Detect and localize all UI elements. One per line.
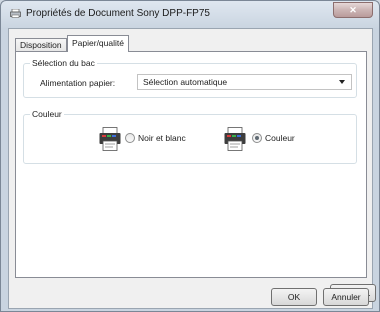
dialog-client: Disposition Papier/qualité Sélection du … xyxy=(8,28,376,309)
printer-icon xyxy=(10,9,21,18)
black-white-label[interactable]: Noir et blanc xyxy=(138,133,186,143)
color-group: Couleur Noir et blanc Couleur xyxy=(23,109,357,164)
window-title: Propriétés de Document Sony DPP-FP75 xyxy=(26,8,210,19)
printer-color-icon xyxy=(224,127,246,151)
color-radio[interactable] xyxy=(252,133,262,143)
close-button[interactable]: ✕ xyxy=(333,2,373,18)
color-group-title: Couleur xyxy=(30,109,64,119)
tab-panel-paper-quality: Sélection du bac Alimentation papier: Sé… xyxy=(15,51,376,302)
black-white-radio[interactable] xyxy=(125,133,135,143)
tab-paper-quality[interactable]: Papier/qualité xyxy=(67,35,129,52)
cancel-button[interactable]: Annuler xyxy=(323,288,369,306)
paper-source-label: Alimentation papier: xyxy=(40,78,116,88)
close-icon: ✕ xyxy=(349,4,357,15)
title-bar[interactable]: Propriétés de Document Sony DPP-FP75 ✕ xyxy=(1,1,379,27)
paper-source-value: Sélection automatique xyxy=(143,77,228,87)
color-label[interactable]: Couleur xyxy=(265,133,295,143)
tray-selection-title: Sélection du bac xyxy=(30,58,97,68)
tray-selection-group: Sélection du bac Alimentation papier: Sé… xyxy=(23,58,357,98)
properties-window: Propriétés de Document Sony DPP-FP75 ✕ D… xyxy=(0,0,380,312)
printer-color-icon xyxy=(99,127,121,151)
chevron-down-icon[interactable] xyxy=(339,80,345,84)
ok-button[interactable]: OK xyxy=(271,288,317,306)
paper-source-dropdown[interactable]: Sélection automatique xyxy=(137,74,352,90)
tab-disposition[interactable]: Disposition xyxy=(15,38,67,52)
